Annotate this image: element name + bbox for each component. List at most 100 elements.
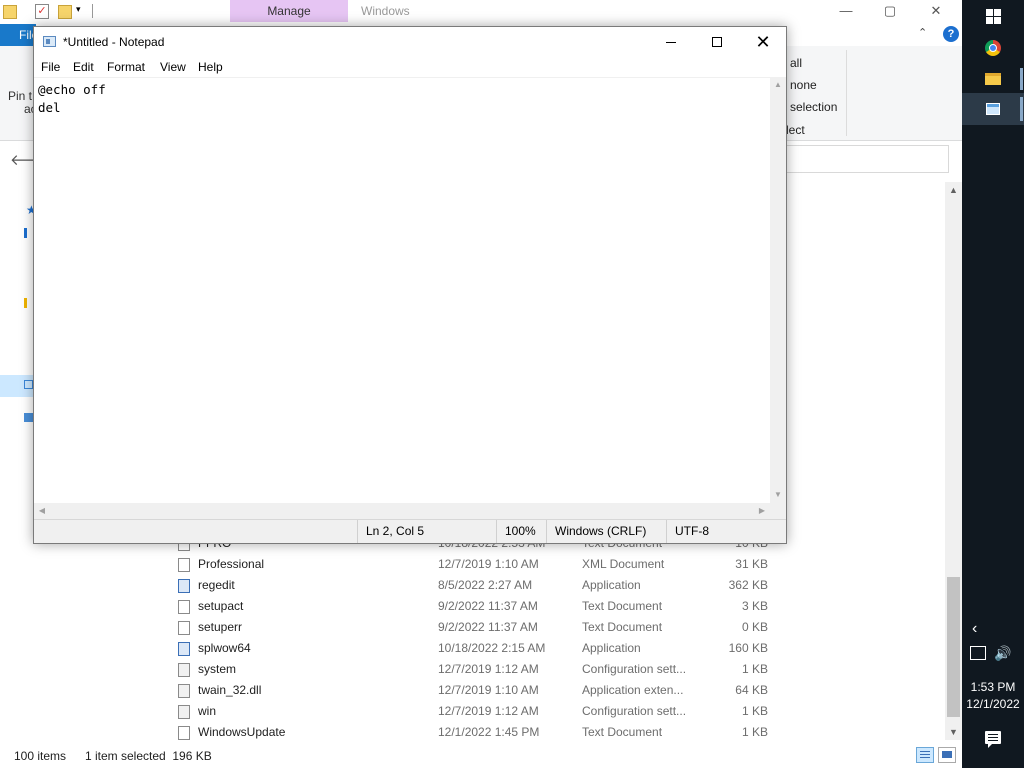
file-explorer-taskbar-button[interactable] (962, 62, 1024, 96)
checklist-icon[interactable]: ✓ (35, 4, 49, 19)
network-nav-icon[interactable] (24, 413, 33, 422)
file-name: regedit (198, 578, 235, 592)
file-date: 12/7/2019 1:12 AM (438, 704, 539, 718)
file-name: system (198, 662, 237, 676)
invert-selection-button[interactable]: selection (790, 100, 837, 114)
select-all-button[interactable]: all (790, 56, 802, 70)
file-date: 12/1/2022 1:45 PM (438, 725, 540, 739)
explorer-status-bar: 100 items 1 item selected 196 KB (0, 744, 962, 768)
quick-access-toolbar: ✓ ▾ (0, 0, 230, 24)
this-pc-icon (24, 380, 33, 389)
notepad-horizontal-scrollbar[interactable]: ◀ ▶ (34, 503, 770, 519)
file-size: 3 KB (741, 599, 768, 613)
chrome-taskbar-button[interactable] (962, 31, 1024, 65)
menu-file[interactable]: File (41, 60, 60, 74)
file-name: setuperr (198, 620, 243, 634)
items-count: 100 items (14, 749, 67, 763)
help-icon[interactable]: ? (943, 26, 959, 42)
file-size: 160 KB (728, 641, 768, 655)
file-name: win (198, 704, 217, 718)
file-row[interactable]: regedit 8/5/2022 2:27 AM Application 362 KB (176, 576, 776, 597)
file-type: Text Document (582, 620, 663, 634)
file-name: setupact (198, 599, 244, 613)
explorer-maximize-button[interactable]: ▢ (870, 0, 910, 22)
start-button[interactable] (962, 0, 1024, 34)
file-date: 9/2/2022 11:37 AM (438, 599, 538, 613)
notepad-content[interactable]: @echo off del (34, 78, 770, 120)
notepad-taskbar-button[interactable] (962, 93, 1024, 125)
scroll-right-arrow-icon[interactable]: ▶ (754, 503, 770, 519)
file-type: Application (582, 578, 641, 592)
notepad-close-button[interactable]: ✕ (740, 27, 786, 57)
scrollbar-thumb[interactable] (947, 577, 960, 717)
new-folder-icon[interactable] (58, 5, 72, 19)
notepad-app-icon[interactable] (43, 36, 56, 47)
scroll-down-icon[interactable]: ▼ (945, 724, 962, 740)
clock-time[interactable]: 1:53 PM (962, 680, 1024, 694)
file-row[interactable]: setupact 9/2/2022 11:37 AM Text Document 3 … (176, 597, 776, 618)
scroll-up-icon[interactable]: ▲ (945, 182, 962, 198)
notepad-minimize-button[interactable] (648, 27, 694, 57)
file-name: twain_32.dll (198, 683, 262, 697)
file-date: 9/2/2022 11:37 AM (438, 620, 538, 634)
notepad-title-bar[interactable]: *Untitled - Notepad ✕ (34, 27, 786, 57)
scroll-down-arrow-icon[interactable]: ▼ (770, 487, 786, 503)
notepad-maximize-button[interactable] (694, 27, 740, 57)
properties-folder-icon[interactable] (3, 5, 17, 19)
windows-logo-icon (986, 9, 1002, 25)
text-file-icon (178, 600, 190, 614)
file-name: Professional (198, 557, 265, 571)
regedit-icon (178, 579, 190, 593)
menu-view[interactable]: View (160, 60, 186, 74)
file-name: WindowsUpdate (198, 725, 286, 739)
menu-format[interactable]: Format (107, 60, 145, 74)
tab-file[interactable]: File (0, 24, 38, 46)
file-row[interactable]: Professional 12/7/2019 1:10 AM XML Documen… (176, 555, 776, 576)
file-size: 362 KB (728, 578, 768, 592)
search-input[interactable] (786, 145, 949, 173)
tab-manage[interactable]: Manage (230, 0, 348, 22)
explorer-minimize-button[interactable]: — (826, 0, 866, 22)
action-center-icon[interactable] (985, 731, 1001, 748)
dll-file-icon (178, 684, 190, 698)
notepad-text-area[interactable]: @echo off del (34, 77, 770, 504)
notepad-vertical-scrollbar[interactable]: ▲ ▼ (770, 77, 786, 503)
file-row[interactable]: win 12/7/2019 1:12 AM Configuration sett..… (176, 702, 776, 723)
menu-help[interactable]: Help (198, 60, 223, 74)
collapse-ribbon-icon[interactable]: ⌃ (918, 26, 927, 39)
file-list-scrollbar[interactable]: ▲ ▼ (945, 182, 962, 740)
encoding: UTF-8 (666, 520, 786, 543)
file-type: Configuration sett... (582, 662, 687, 676)
file-row[interactable]: twain_32.dll 12/7/2019 1:10 AM Application… (176, 681, 776, 702)
file-type: Application exten... (582, 683, 684, 697)
network-icon[interactable] (970, 646, 986, 660)
file-row[interactable]: system 12/7/2019 1:12 AM Configuration set… (176, 660, 776, 681)
scroll-up-arrow-icon[interactable]: ▲ (770, 77, 786, 93)
nav-item-this-pc-selected[interactable] (0, 375, 33, 397)
details-view-button[interactable] (916, 747, 934, 763)
explorer-close-button[interactable]: ✕ (916, 0, 956, 22)
file-row[interactable]: splwow64 10/18/2022 2:15 AM Application 160… (176, 639, 776, 660)
select-none-button[interactable]: none (790, 78, 817, 92)
customize-toolbar-dropdown-icon[interactable]: ▾ (76, 4, 81, 15)
large-icons-view-button[interactable] (938, 747, 956, 763)
volume-icon[interactable]: 🔊 (994, 645, 1011, 662)
config-file-icon (178, 663, 190, 677)
printer-app-icon (178, 642, 190, 656)
nav-folder-icon[interactable] (24, 298, 27, 308)
file-row[interactable]: WindowsUpdate 12/1/2022 1:45 PM Text Docum… (176, 723, 776, 744)
notepad-icon (986, 103, 1000, 115)
file-size: 1 KB (741, 662, 768, 676)
file-name: splwow64 (198, 641, 251, 655)
nav-item-icon[interactable] (24, 228, 27, 238)
show-hidden-icons-chevron-icon[interactable]: ‹ (972, 620, 977, 638)
file-type: Configuration sett... (582, 704, 687, 718)
clock-date[interactable]: 12/1/2022 (962, 697, 1024, 711)
file-row[interactable]: setuperr 9/2/2022 11:37 AM Text Document 0 … (176, 618, 776, 639)
menu-edit[interactable]: Edit (73, 60, 94, 74)
scroll-left-arrow-icon[interactable]: ◀ (34, 503, 50, 519)
file-size: 0 KB (741, 620, 768, 634)
zoom-level: 100% (496, 520, 546, 543)
file-date: 12/7/2019 1:12 AM (438, 662, 539, 676)
scrollbar-corner (770, 503, 786, 519)
